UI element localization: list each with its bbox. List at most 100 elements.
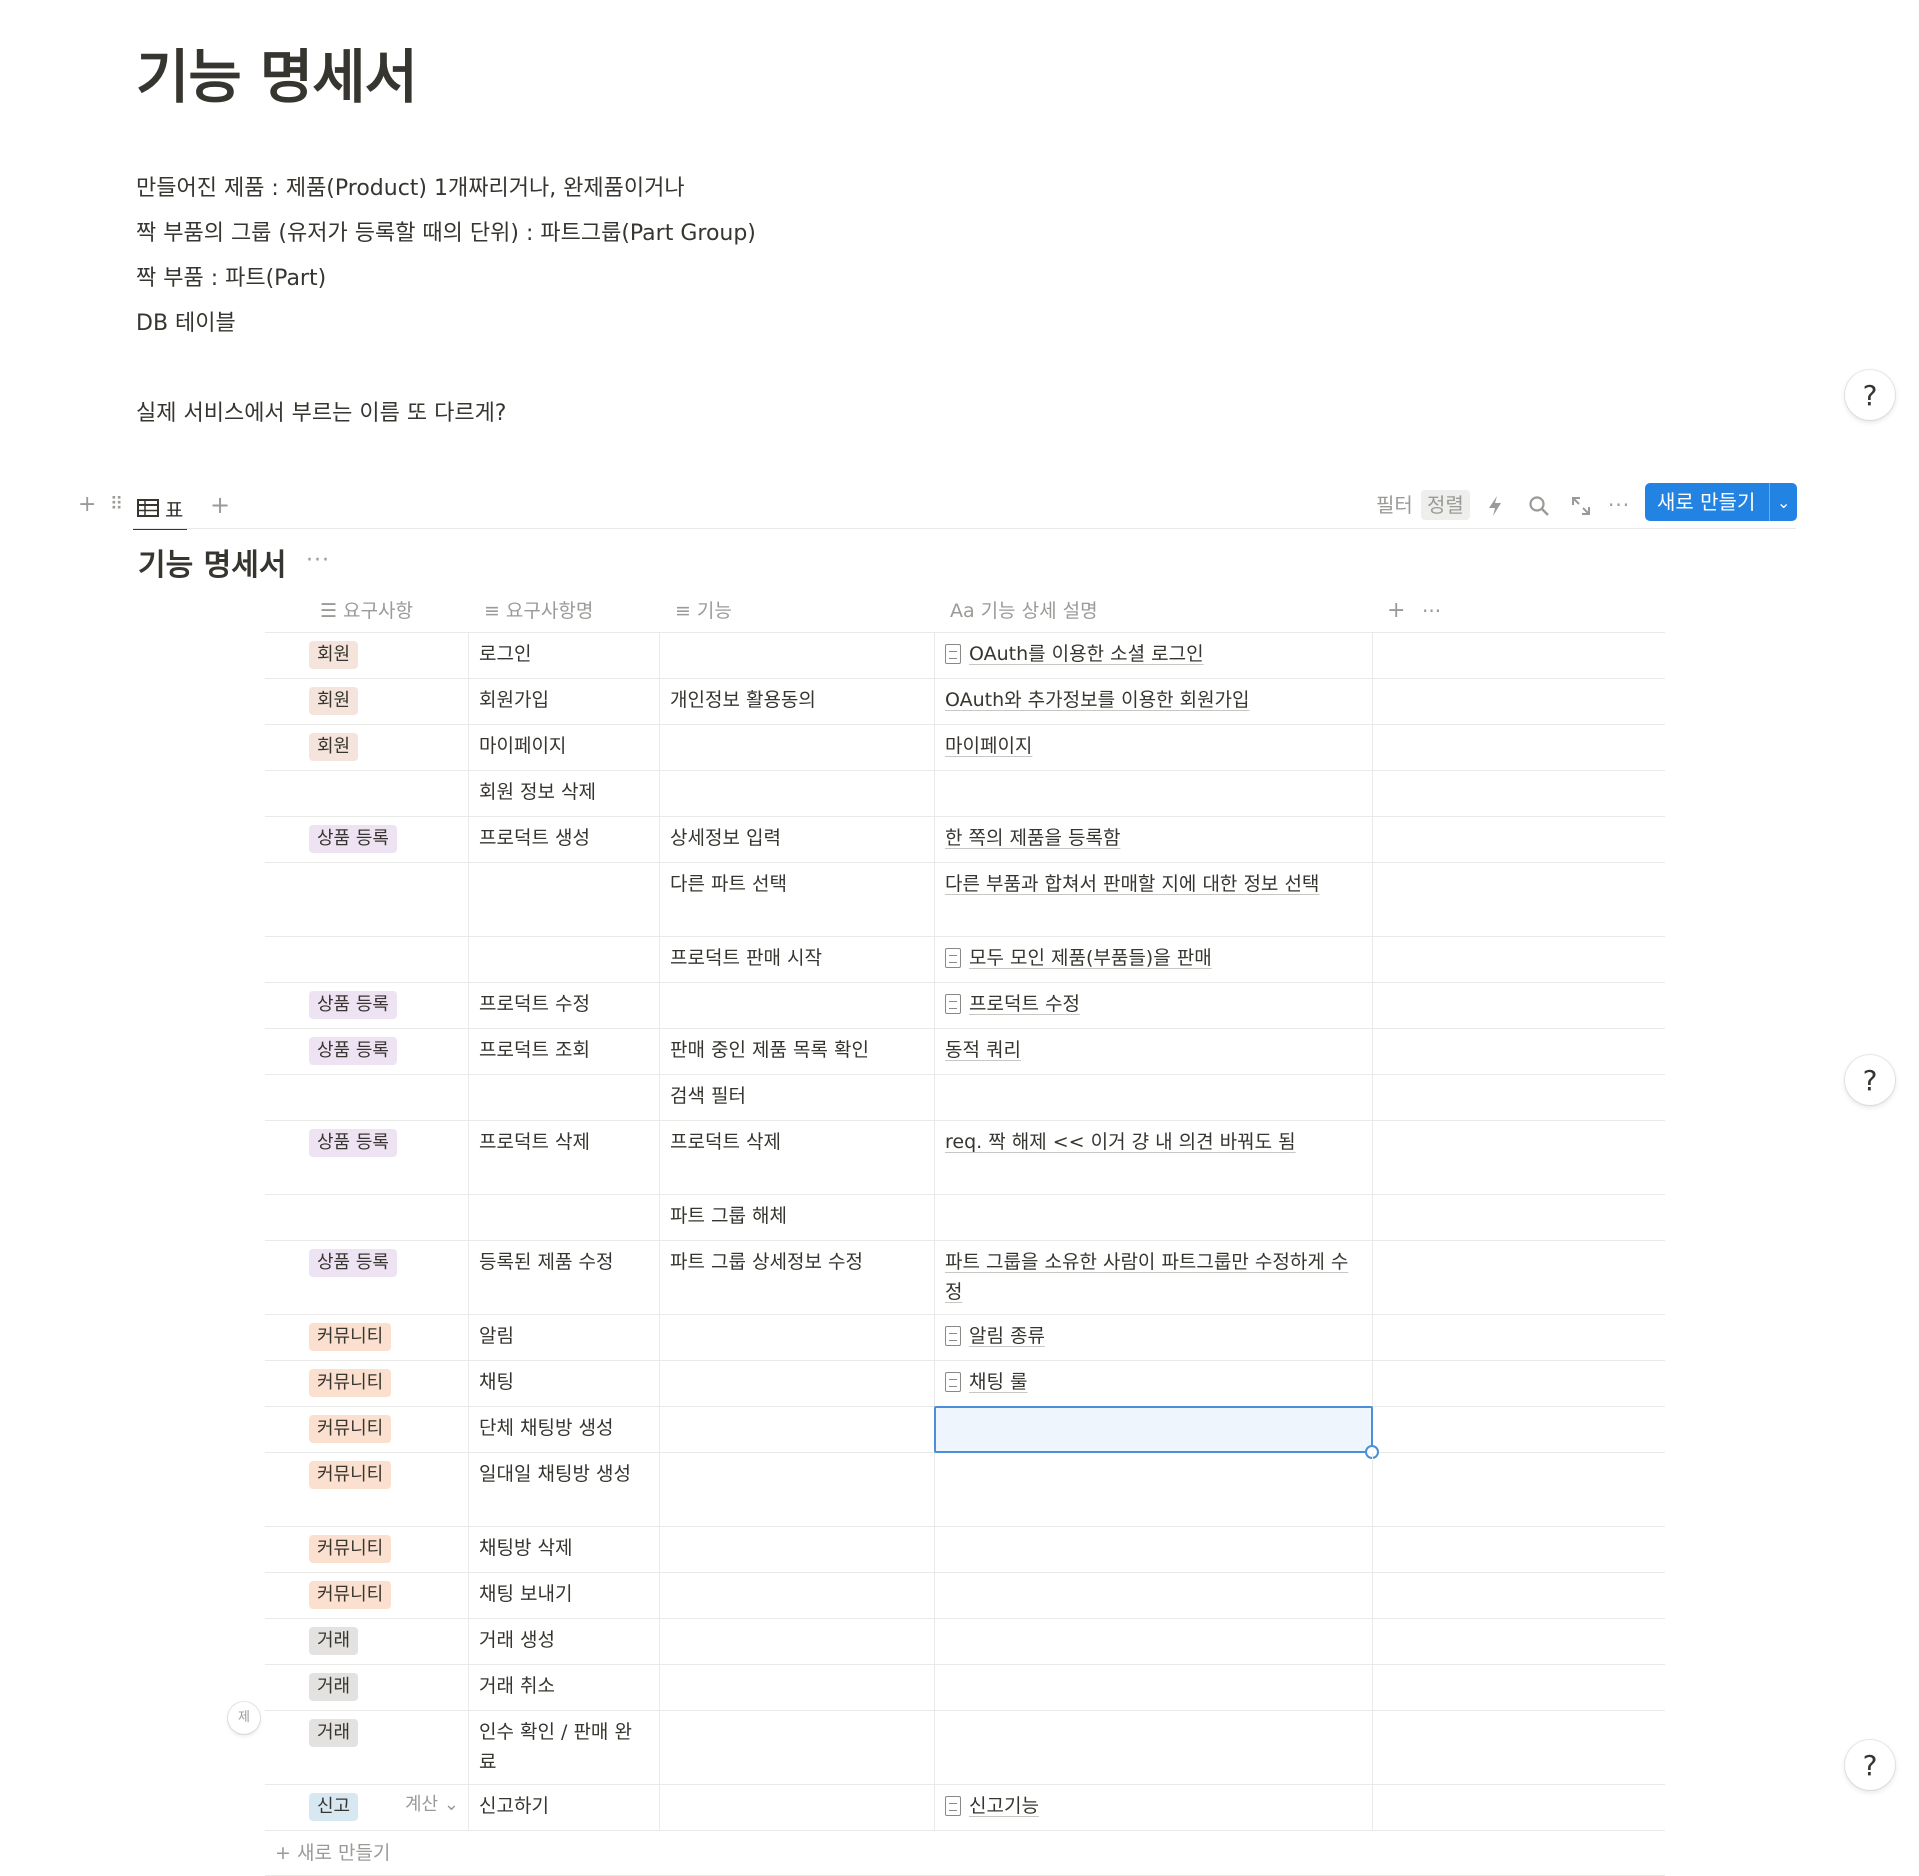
requirement-name-cell[interactable]: 거래 취소 — [469, 1665, 660, 1710]
column-header[interactable]: ☰ 요구사항 — [320, 590, 413, 632]
detail-cell[interactable] — [935, 1075, 1373, 1120]
feature-cell[interactable]: 파트 그룹 상세정보 수정 — [660, 1241, 935, 1314]
detail-cell[interactable]: 한 쪽의 제품을 등록함 — [935, 817, 1373, 862]
detail-link[interactable]: 한 쪽의 제품을 등록함 — [945, 827, 1120, 849]
lightning-icon[interactable] — [1487, 495, 1503, 517]
feature-cell[interactable]: 다른 파트 선택 — [660, 863, 935, 936]
feature-cell[interactable] — [660, 983, 935, 1028]
feature-cell[interactable] — [660, 1407, 935, 1452]
column-header[interactable]: Aa 기능 상세 설명 — [950, 590, 1098, 632]
requirement-cell[interactable]: 커뮤니티 — [265, 1315, 469, 1360]
requirement-cell[interactable] — [265, 937, 469, 982]
detail-cell[interactable] — [935, 1711, 1373, 1784]
plus-icon[interactable]: + — [78, 489, 96, 521]
detail-cell[interactable]: 모두 모인 제품(부품들)을 판매 — [935, 937, 1373, 982]
requirement-name-cell[interactable]: 채팅방 삭제 — [469, 1527, 660, 1572]
detail-link[interactable]: 다른 부품과 합쳐서 판매할 지에 대한 정보 선택 — [945, 873, 1319, 895]
detail-cell[interactable] — [935, 1527, 1373, 1572]
detail-link[interactable]: OAuth와 추가정보를 이용한 회원가입 — [945, 689, 1250, 711]
requirement-cell[interactable]: 커뮤니티 — [265, 1527, 469, 1572]
feature-cell[interactable] — [660, 771, 935, 816]
tab-table-view[interactable]: 표 — [133, 488, 188, 530]
requirement-name-cell[interactable] — [469, 863, 660, 936]
detail-link[interactable]: 신고기능 — [969, 1795, 1039, 1817]
detail-cell[interactable]: 알림 종류 — [935, 1315, 1373, 1360]
column-header[interactable]: ≡ 기능 — [675, 590, 732, 632]
feature-cell[interactable]: 파트 그룹 해체 — [660, 1195, 935, 1240]
feature-cell[interactable] — [660, 1711, 935, 1784]
detail-link[interactable]: 알림 종류 — [969, 1325, 1045, 1347]
detail-cell[interactable]: 동적 쿼리 — [935, 1029, 1373, 1074]
detail-cell[interactable]: 신고기능 — [935, 1785, 1373, 1830]
requirement-name-cell[interactable]: 인수 확인 / 판매 완료 — [469, 1711, 660, 1784]
detail-cell[interactable] — [935, 1453, 1373, 1526]
detail-cell[interactable] — [935, 1665, 1373, 1710]
detail-link[interactable]: OAuth를 이용한 소셜 로그인 — [969, 643, 1204, 665]
add-view-icon[interactable]: + — [210, 489, 230, 521]
requirement-name-cell[interactable]: 프로덕트 수정 — [469, 983, 660, 1028]
requirement-name-cell[interactable]: 프로덕트 삭제 — [469, 1121, 660, 1194]
requirement-name-cell[interactable] — [469, 937, 660, 982]
feature-cell[interactable]: 개인정보 활용동의 — [660, 679, 935, 724]
detail-link[interactable]: 동적 쿼리 — [945, 1039, 1021, 1061]
detail-cell[interactable]: 마이페이지 — [935, 725, 1373, 770]
requirement-name-cell[interactable]: 알림 — [469, 1315, 660, 1360]
add-row-button[interactable]: + 새로 만들기 — [265, 1831, 1665, 1876]
feature-cell[interactable] — [660, 1619, 935, 1664]
more-icon[interactable]: ··· — [1608, 489, 1630, 521]
help-button[interactable]: ? — [1845, 370, 1895, 420]
sort-button[interactable]: 정렬 — [1421, 490, 1470, 520]
requirement-cell[interactable]: 커뮤니티 — [265, 1573, 469, 1618]
requirement-name-cell[interactable]: 일대일 채팅방 생성 — [469, 1453, 660, 1526]
requirement-cell[interactable]: 상품 등록 — [265, 817, 469, 862]
requirement-cell[interactable] — [265, 1195, 469, 1240]
requirement-name-cell[interactable]: 회원가입 — [469, 679, 660, 724]
detail-cell[interactable]: 파트 그룹을 소유한 사람이 파트그룹만 수정하게 수정 — [935, 1241, 1373, 1314]
expand-icon[interactable] — [1570, 495, 1592, 517]
row-handle[interactable]: 제 — [228, 1702, 260, 1734]
requirement-cell[interactable]: 상품 등록 — [265, 1241, 469, 1314]
requirement-cell[interactable]: 커뮤니티 — [265, 1407, 469, 1452]
detail-link[interactable]: 모두 모인 제품(부품들)을 판매 — [969, 947, 1212, 969]
detail-cell[interactable]: 다른 부품과 합쳐서 판매할 지에 대한 정보 선택 — [935, 863, 1373, 936]
help-button[interactable]: ? — [1845, 1740, 1895, 1790]
feature-cell[interactable] — [660, 1361, 935, 1406]
feature-cell[interactable]: 판매 중인 제품 목록 확인 — [660, 1029, 935, 1074]
requirement-cell[interactable]: 회원 — [265, 725, 469, 770]
requirement-cell[interactable]: 거래 — [265, 1711, 469, 1784]
feature-cell[interactable]: 검색 필터 — [660, 1075, 935, 1120]
new-button[interactable]: 새로 만들기 ⌄ — [1645, 483, 1797, 521]
requirement-cell[interactable]: 회원 — [265, 633, 469, 678]
detail-cell[interactable] — [935, 1619, 1373, 1664]
detail-cell[interactable]: 프로덕트 수정 — [935, 983, 1373, 1028]
detail-cell[interactable]: 채팅 룰 — [935, 1361, 1373, 1406]
detail-cell[interactable] — [934, 1406, 1379, 1459]
requirement-name-cell[interactable] — [469, 1195, 660, 1240]
filter-button[interactable]: 필터 — [1370, 490, 1419, 520]
database-more-button[interactable]: ··· — [306, 548, 330, 573]
requirement-name-cell[interactable]: 프로덕트 생성 — [469, 817, 660, 862]
detail-cell[interactable]: OAuth를 이용한 소셜 로그인 — [935, 633, 1373, 678]
feature-cell[interactable] — [660, 725, 935, 770]
requirement-name-cell[interactable]: 등록된 제품 수정 — [469, 1241, 660, 1314]
feature-cell[interactable]: 프로덕트 판매 시작 — [660, 937, 935, 982]
requirement-name-cell[interactable]: 채팅 보내기 — [469, 1573, 660, 1618]
requirement-cell[interactable]: 거래 — [265, 1665, 469, 1710]
feature-cell[interactable] — [660, 1315, 935, 1360]
detail-link[interactable]: 프로덕트 수정 — [969, 993, 1080, 1015]
requirement-name-cell[interactable]: 프로덕트 조회 — [469, 1029, 660, 1074]
requirement-cell[interactable] — [265, 863, 469, 936]
help-button[interactable]: ? — [1845, 1055, 1895, 1105]
feature-cell[interactable]: 상세정보 입력 — [660, 817, 935, 862]
requirement-name-cell[interactable]: 마이페이지 — [469, 725, 660, 770]
add-column-button[interactable]: + — [1387, 590, 1405, 632]
requirement-name-cell[interactable]: 로그인 — [469, 633, 660, 678]
feature-cell[interactable] — [660, 1527, 935, 1572]
feature-cell[interactable] — [660, 1665, 935, 1710]
detail-link[interactable]: 파트 그룹을 소유한 사람이 파트그룹만 수정하게 수정 — [945, 1251, 1348, 1303]
detail-link[interactable]: 채팅 룰 — [969, 1371, 1027, 1393]
feature-cell[interactable] — [660, 633, 935, 678]
requirement-name-cell[interactable]: 채팅 — [469, 1361, 660, 1406]
search-icon[interactable] — [1528, 495, 1550, 517]
requirement-cell[interactable]: 상품 등록 — [265, 1121, 469, 1194]
